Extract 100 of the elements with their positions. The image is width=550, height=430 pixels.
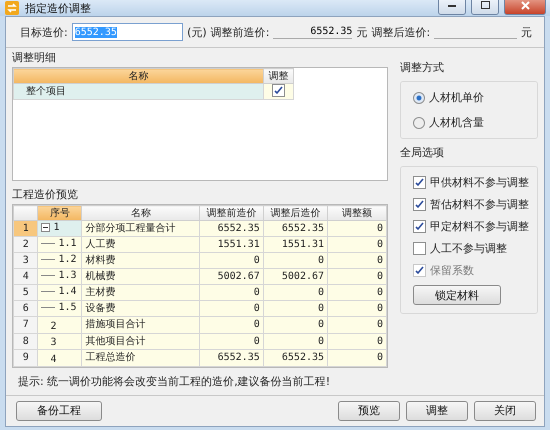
checkbox[interactable] [413,220,426,233]
table-cell: 0 [200,316,264,333]
row-number: 8 [14,333,38,350]
radio-button[interactable] [413,92,425,104]
backup-button[interactable]: 备份工程 [16,400,102,420]
row-number: 3 [14,252,38,268]
checkbox[interactable] [272,84,285,97]
window-title: 指定造价调整 [25,0,92,16]
table-cell: 0 [263,333,328,350]
before-price-label: 调整前造价: [210,24,270,40]
dialog-button[interactable]: 预览 [338,400,400,420]
column-header[interactable]: 调整 [264,68,294,84]
column-header[interactable]: 序号 [38,206,82,220]
table-cell: 5002.67 [263,268,328,284]
close-button[interactable] [504,0,546,14]
table-cell: 其他项目合计 [82,333,200,350]
collapse-icon[interactable] [41,223,50,232]
table-cell: 0 [328,220,386,236]
column-header[interactable]: 调整前造价 [200,206,264,220]
table-cell: 4 [38,350,82,366]
dialog-button[interactable]: 调整 [406,400,468,420]
section-title: 调整明细 [12,50,57,65]
row-number: 5 [14,284,38,300]
table-cell: 整个项目 [14,84,264,100]
table-cell: 0 [200,252,264,268]
table-cell: 1.1 [38,236,82,252]
table-cell: 0 [200,333,264,350]
table-cell: 0 [328,236,386,252]
dialog-button[interactable]: 关闭 [474,400,536,420]
maximize-button[interactable] [471,0,499,14]
row-number: 7 [14,316,38,333]
table-cell: 6552.35 [263,350,328,366]
checkmark-icon [415,266,424,275]
checkbox-label: 人工不参与调整 [430,241,507,256]
table-cell: 0 [263,316,328,333]
table-cell: 1 [38,220,82,236]
table-cell: 0 [328,316,386,333]
lock-materials-button[interactable]: 锁定材料 [413,285,501,305]
target-price-label: 目标造价: [20,24,68,40]
checkmark-icon [415,222,424,231]
radio-label: 人材机单价 [429,90,484,105]
hint-text: 提示: 统一调价功能将会改变当前工程的造价,建议备份当前工程! [6,368,544,396]
column-header[interactable]: 名称 [82,206,200,220]
after-price-label: 调整后造价: [371,24,430,40]
table-cell: 1.3 [38,268,82,284]
checkmark-icon [415,200,424,209]
table-cell: 0 [328,300,386,316]
close-icon [520,0,530,10]
unit-label: 元 [521,24,532,40]
table-cell: 措施项目合计 [82,316,200,333]
checkmark-icon [274,86,283,95]
before-price-value: 6552.35 [273,26,352,38]
table-cell: 0 [328,333,386,350]
table-cell: 工程总造价 [82,350,200,366]
table-cell: 0 [328,252,386,268]
table-cell: 6552.35 [200,220,264,236]
row-number: 9 [14,350,38,366]
table-cell: 0 [263,252,328,268]
table-cell: 0 [328,350,386,366]
checkbox[interactable] [413,198,426,211]
unit-label: 元 [356,24,368,40]
column-header[interactable]: 调整后造价 [263,206,328,220]
column-header[interactable]: 调整额 [328,206,386,220]
table-cell: 0 [263,300,328,316]
table-cell: 设备费 [82,300,200,316]
checkmark-icon [415,178,424,187]
section-title: 全局选项 [400,145,445,160]
table-cell: 0 [200,300,264,316]
table-cell: 0 [328,268,386,284]
column-header[interactable]: 名称 [14,68,264,84]
table-cell: 0 [328,284,386,300]
table-cell: 1551.31 [263,236,328,252]
table-cell: 6552.35 [200,350,264,366]
checkbox-label: 甲定材料不参与调整 [430,219,529,234]
radio-label: 人材机含量 [429,115,484,130]
table-cell: 1.4 [38,284,82,300]
table-cell: 2 [38,316,82,333]
table-cell: 机械费 [82,268,200,284]
table-cell: 人工费 [82,236,200,252]
checkbox-label: 暂估材料不参与调整 [430,197,529,212]
table-cell: 0 [263,284,328,300]
checkbox[interactable] [413,242,426,255]
row-number: 1 [14,220,38,236]
minimize-button[interactable] [438,0,466,14]
radio-button[interactable] [413,116,425,128]
row-number: 2 [14,236,38,252]
table-cell: 分部分项工程量合计 [82,220,200,236]
checkbox-label: 保留系数 [430,263,474,278]
unit-label: (元) [187,24,207,40]
table-cell: 0 [200,284,264,300]
row-number: 4 [14,268,38,284]
table-cell: 主材费 [82,284,200,300]
checkbox[interactable] [413,176,426,189]
minimize-icon [448,4,456,6]
app-icon [4,0,20,16]
table-cell: 5002.67 [200,268,264,284]
table-cell: 6552.35 [263,220,328,236]
checkbox-label: 甲供材料不参与调整 [430,175,529,190]
table-cell: 材料费 [82,252,200,268]
section-title: 调整方式 [400,60,445,75]
